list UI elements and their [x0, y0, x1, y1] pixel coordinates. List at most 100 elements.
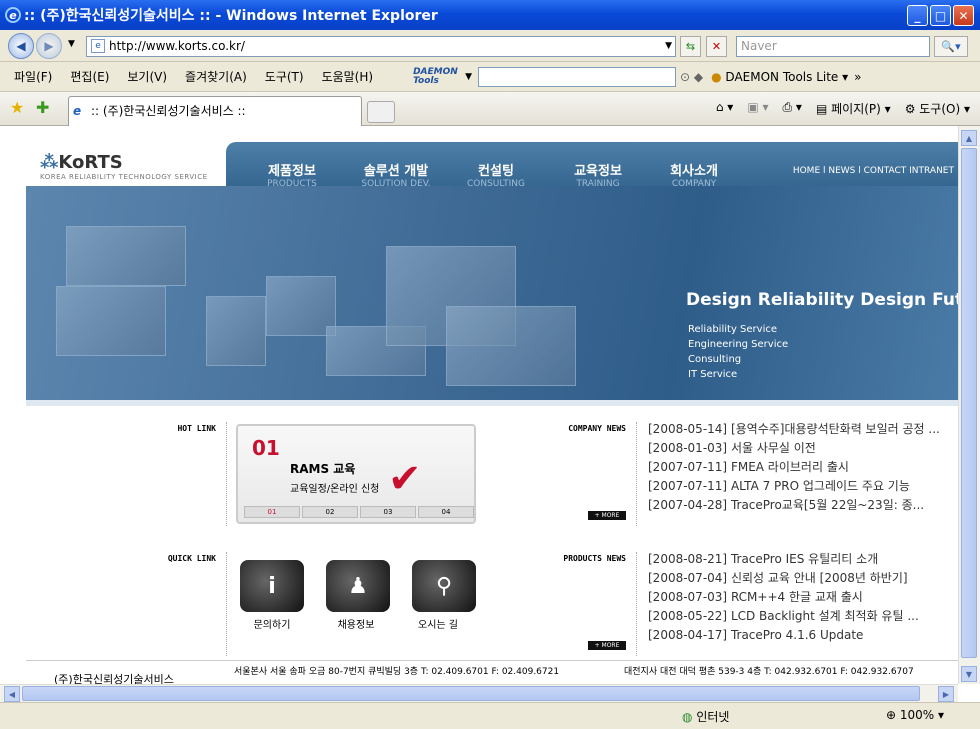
divider	[226, 422, 227, 526]
list-item[interactable]: [2007-07-11] FMEA 라이브러리 출시	[648, 458, 958, 477]
toolbar-overflow-icon[interactable]: »	[854, 70, 861, 84]
list-item[interactable]: [2008-05-22] LCD Backlight 설계 최적화 유틸 ...	[648, 607, 958, 626]
list-item[interactable]: [2008-08-21] TracePro IES 유틸리티 소개	[648, 550, 958, 569]
quick-recruit-link[interactable]: 채용정보	[316, 616, 396, 631]
search-icon[interactable]: 🔍▾	[934, 36, 968, 57]
stop-icon[interactable]: ✕	[706, 36, 727, 57]
tab-current[interactable]: e :: (주)한국신뢰성기술서비스 ::	[68, 96, 362, 126]
divider	[636, 552, 637, 656]
products-news-list: [2008-08-21] TracePro IES 유틸리티 소개 [2008-…	[648, 550, 958, 645]
rams-banner[interactable]: 01 RAMS 교육 교육일정/온라인 신청 ✔ 01 02 03 04	[236, 424, 476, 524]
add-favorites-icon[interactable]: ✚	[36, 98, 49, 117]
quick-link-label: QUICK LINK	[167, 554, 216, 563]
vertical-scrollbar[interactable]: ▲ ▼	[958, 126, 980, 684]
menu-tools[interactable]: 도구(T)	[265, 68, 304, 85]
top-links[interactable]: HOME l NEWS l CONTACT INTRANET	[793, 166, 954, 176]
company-news-more-button[interactable]: + MORE	[588, 511, 626, 520]
list-item[interactable]: [2008-01-03] 서울 사무실 이전	[648, 439, 958, 458]
daemon-icon: ●	[711, 69, 722, 84]
info-icon[interactable]: i	[240, 560, 304, 612]
horizontal-scrollbar[interactable]: ◀ ▶	[0, 684, 958, 702]
quick-directions-link[interactable]: 오시는 길	[398, 616, 478, 631]
scroll-thumb[interactable]	[961, 148, 977, 658]
zoom-control[interactable]: ⊕ 100% ▾	[886, 708, 944, 722]
banner-number: 01	[252, 436, 280, 460]
hero-item: Engineering Service	[688, 339, 789, 350]
nav-solution[interactable]: 솔루션 개발 SOLUTION DEV.	[346, 160, 446, 189]
new-tab-button[interactable]	[367, 101, 395, 123]
banner-tab[interactable]: 04	[418, 506, 474, 518]
address-field[interactable]: e http://www.korts.co.kr/ ▼	[86, 36, 676, 57]
home-icon[interactable]: ⌂ ▾	[716, 100, 733, 117]
close-button[interactable]: ✕	[953, 5, 974, 26]
history-dropdown-icon[interactable]: ▼	[68, 39, 75, 49]
tools-menu[interactable]: ⚙ 도구(O) ▾	[905, 100, 970, 117]
magnifier-icon[interactable]: ⚲	[412, 560, 476, 612]
refresh-icon[interactable]: ⇆	[680, 36, 701, 57]
divider	[636, 422, 637, 526]
list-item[interactable]: [2007-07-11] ALTA 7 PRO 업그레이드 주요 기능	[648, 477, 958, 496]
status-bar: ◍ 인터넷 ⊕ 100% ▾	[0, 702, 980, 729]
hscroll-thumb[interactable]	[22, 686, 920, 701]
list-item[interactable]: [2008-07-04] 신뢰성 교육 안내 [2008년 하반기]	[648, 569, 958, 588]
back-button[interactable]: ◀	[8, 33, 34, 59]
minimize-button[interactable]: _	[907, 5, 928, 26]
list-item[interactable]: [2008-07-03] RCM++4 한글 교재 출시	[648, 588, 958, 607]
favorites-star-icon[interactable]: ★	[10, 98, 24, 117]
search-input[interactable]: Naver	[736, 36, 930, 57]
menu-help[interactable]: 도움말(H)	[322, 68, 374, 85]
command-bar: ⌂ ▾ ▣ ▾ ⎙ ▾ ▤ 페이지(P) ▾ ⚙ 도구(O) ▾	[716, 100, 970, 117]
scroll-right-icon[interactable]: ▶	[938, 686, 954, 702]
scroll-left-icon[interactable]: ◀	[4, 686, 20, 702]
quick-inquiry-link[interactable]: 문의하기	[232, 616, 312, 631]
print-icon[interactable]: ⎙ ▾	[783, 100, 802, 117]
page-menu[interactable]: ▤ 페이지(P) ▾	[816, 100, 891, 117]
menu-bar: 파일(F) 편집(E) 보기(V) 즐겨찾기(A) 도구(T) 도움말(H) D…	[0, 62, 980, 92]
banner-tab[interactable]: 02	[302, 506, 358, 518]
site-logo[interactable]: ⁂KoRTS KOREA RELIABILITY TECHNOLOGY SERV…	[40, 152, 208, 181]
menu-favorites[interactable]: 즐겨찾기(A)	[185, 68, 247, 85]
checkmark-icon: ✔	[388, 456, 422, 502]
menu-view[interactable]: 보기(V)	[127, 68, 167, 85]
address-dropdown-icon[interactable]: ▼	[665, 37, 672, 56]
daemon-mount-icon[interactable]: ⊙ ◆	[680, 70, 703, 84]
globe-icon: ◍	[682, 710, 693, 724]
people-icon[interactable]: ♟	[326, 560, 390, 612]
nav-products[interactable]: 제품정보 PRODUCTS	[242, 160, 342, 189]
window-title: :: (주)한국신뢰성기술서비스 :: - Windows Internet E…	[24, 8, 438, 24]
logo-subtitle: KOREA RELIABILITY TECHNOLOGY SERVICE	[40, 173, 208, 181]
page-viewport: ⁂KoRTS KOREA RELIABILITY TECHNOLOGY SERV…	[0, 126, 958, 684]
products-news-more-button[interactable]: + MORE	[588, 641, 626, 650]
forward-button[interactable]: ▶	[36, 33, 62, 59]
products-news-label: PRODUCTS NEWS	[563, 554, 626, 563]
daemon-dropdown-icon[interactable]: ▼	[465, 72, 472, 82]
list-item[interactable]: [2007-04-28] TracePro교육[5월 22일~23일: 종...	[648, 496, 958, 515]
hero-divider	[26, 400, 958, 406]
banner-tab[interactable]: 01	[244, 506, 300, 518]
hero-train-image	[66, 226, 186, 286]
daemon-lite-button[interactable]: ● DAEMON Tools Lite ▾	[711, 70, 848, 84]
hero-title: Design Reliability Design Future	[686, 290, 958, 310]
nav-training[interactable]: 교육정보 TRAINING	[548, 160, 648, 189]
feeds-icon[interactable]: ▣ ▾	[747, 100, 768, 117]
banner-subtitle: 교육일정/온라인 신청	[290, 484, 380, 495]
daemon-logo: DAEMON Tools	[413, 66, 458, 86]
hero-item: Consulting	[688, 354, 742, 365]
menu-file[interactable]: 파일(F)	[14, 68, 52, 85]
menu-edit[interactable]: 편집(E)	[70, 68, 109, 85]
banner-tab[interactable]: 03	[360, 506, 416, 518]
hot-link-label: HOT LINK	[177, 424, 216, 433]
scroll-down-icon[interactable]: ▼	[961, 666, 977, 682]
list-item[interactable]: [2008-04-17] TracePro 4.1.6 Update	[648, 626, 958, 645]
nav-company[interactable]: 회사소개 COMPANY	[644, 160, 744, 189]
tab-title: :: (주)한국신뢰성기술서비스 ::	[91, 104, 246, 118]
hero-item: IT Service	[688, 369, 738, 380]
scroll-up-icon[interactable]: ▲	[961, 130, 977, 146]
nav-consulting[interactable]: 컨설팅 CONSULTING	[446, 160, 546, 189]
tab-bar: ★ ✚ e :: (주)한국신뢰성기술서비스 :: ⌂ ▾ ▣ ▾ ⎙ ▾ ▤ …	[0, 92, 980, 126]
daemon-search-input[interactable]	[478, 66, 676, 87]
maximize-button[interactable]: □	[930, 5, 951, 26]
banner-title: RAMS 교육	[290, 462, 356, 476]
list-item[interactable]: [2008-05-14] [용역수주]대용량석탄화력 보일러 공정 ...	[648, 420, 958, 439]
zone-indicator[interactable]: ◍ 인터넷	[682, 708, 729, 725]
